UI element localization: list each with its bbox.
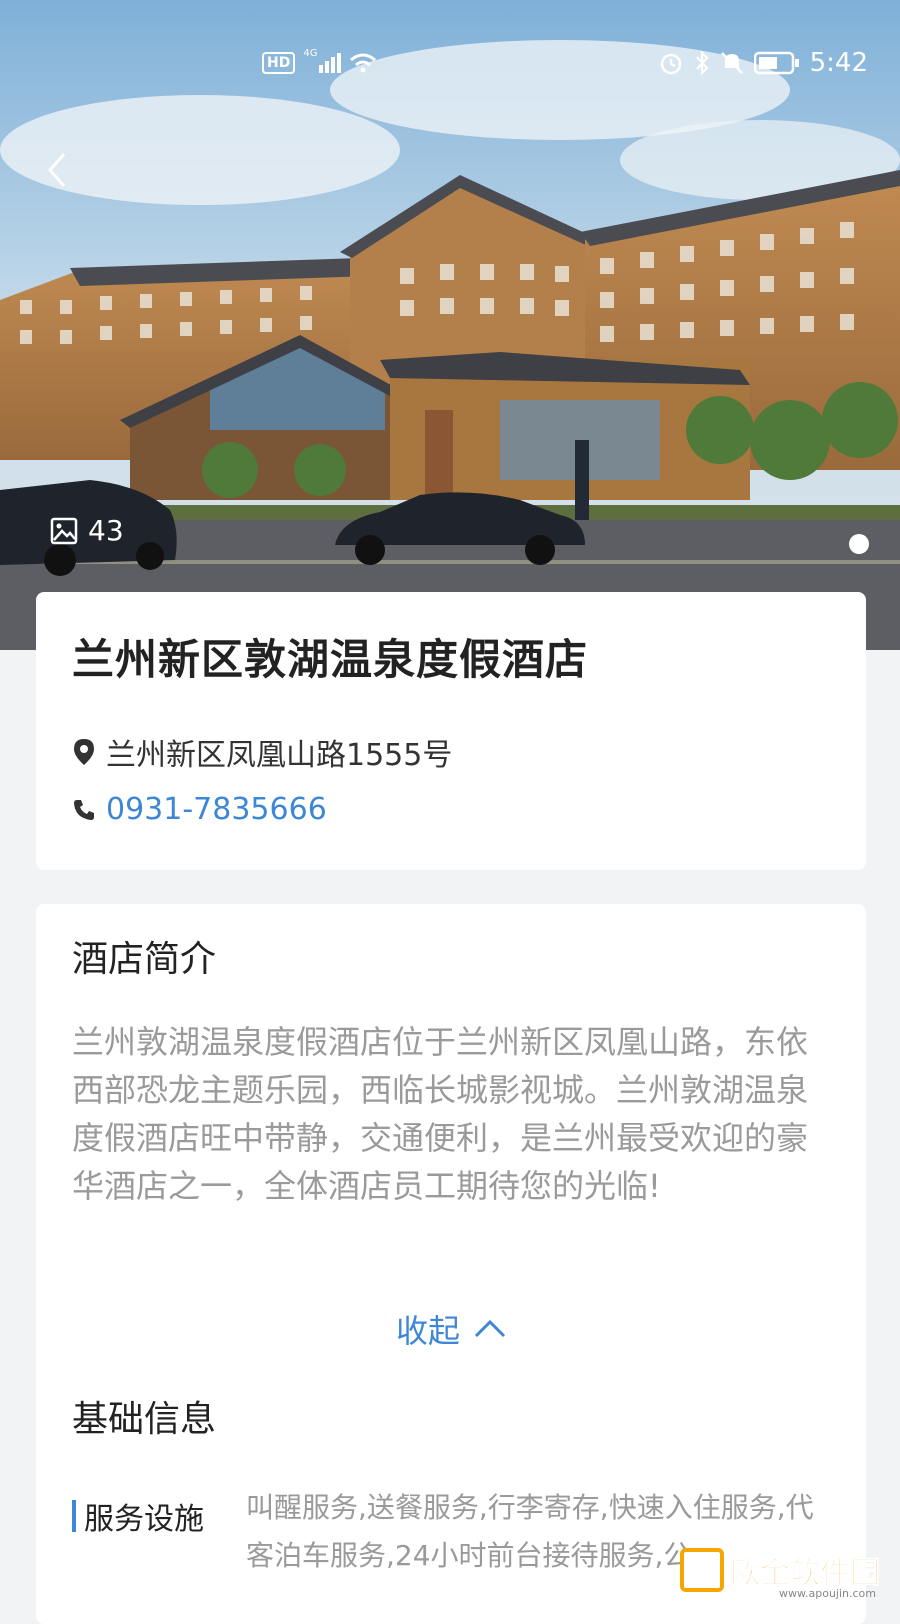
mute-bell-icon <box>720 52 743 74</box>
watermark-text: 欧金软件园 <box>730 1556 881 1592</box>
hotel-detail-card: 酒店简介 兰州敦湖温泉度假酒店位于兰州新区凤凰山路，东依西部恐龙主题乐园，西临长… <box>36 904 866 1624</box>
alarm-icon <box>660 53 681 75</box>
battery-icon <box>753 51 799 75</box>
carousel-indicator <box>849 534 869 554</box>
hotel-phone[interactable]: 0931-7835666 <box>106 792 327 827</box>
label-accent-bar <box>72 1500 76 1532</box>
watermark: 欧金软件园 <box>680 1548 881 1592</box>
chevron-up-icon <box>474 1319 506 1338</box>
location-pin-icon <box>74 739 94 765</box>
basic-info-title: 基础信息 <box>72 1399 217 1440</box>
wifi-icon <box>350 53 377 73</box>
hotel-photo-gallery[interactable]: HD 4G 5:42 43 <box>0 0 900 650</box>
photo-count-label: 43 <box>88 514 124 547</box>
bluetooth-icon <box>695 50 709 76</box>
photo-count[interactable]: 43 <box>50 514 124 547</box>
back-icon[interactable] <box>40 148 80 192</box>
image-icon <box>50 517 78 544</box>
hotel-photo <box>0 0 900 650</box>
status-bar: HD 4G 5:42 <box>0 48 900 84</box>
service-facilities-label: 服务设施 <box>72 1494 204 1538</box>
collapse-label: 收起 <box>395 1312 460 1350</box>
hotel-name: 兰州新区敦湖温泉度假酒店 <box>72 635 589 684</box>
hd-badge: HD <box>262 52 296 74</box>
hotel-address: 兰州新区凤凰山路1555号 <box>106 738 453 773</box>
phone-row[interactable]: 0931-7835666 <box>72 792 327 827</box>
intro-text: 兰州敦湖温泉度假酒店位于兰州新区凤凰山路，东依西部恐龙主题乐园，西临长城影视城。… <box>72 1023 809 1205</box>
phone-icon <box>74 799 94 820</box>
collapse-button[interactable]: 收起 <box>36 1306 866 1352</box>
watermark-url: www.apoujin.com <box>779 1587 876 1600</box>
hotel-info-card: 兰州新区敦湖温泉度假酒店 兰州新区凤凰山路1555号 0931-7835666 <box>36 592 866 870</box>
clock: 5:42 <box>809 48 868 78</box>
watermark-logo-icon <box>680 1548 724 1592</box>
signal-icon: 4G <box>303 48 342 73</box>
address-row[interactable]: 兰州新区凤凰山路1555号 <box>72 730 452 774</box>
intro-title: 酒店简介 <box>72 939 217 980</box>
